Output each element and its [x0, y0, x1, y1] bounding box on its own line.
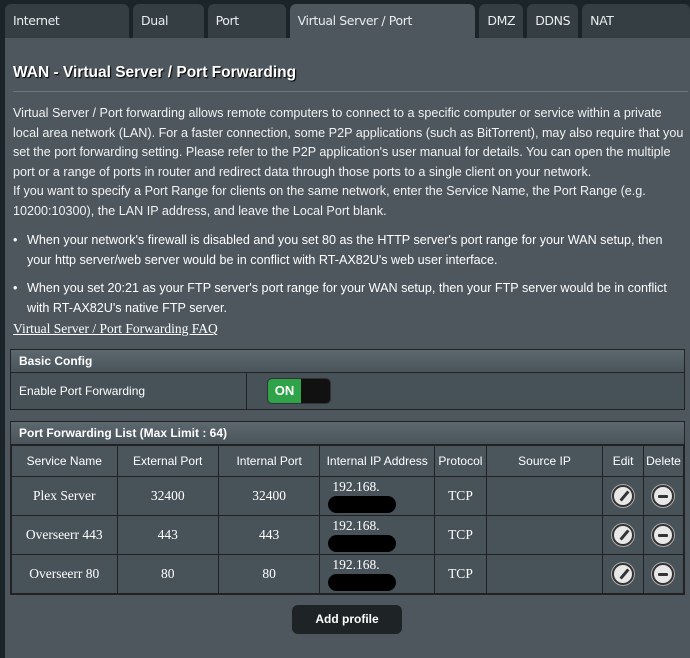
protocol: TCP [433, 476, 487, 516]
tab-internet-connection[interactable]: Internet Connection [5, 4, 129, 62]
enable-port-forwarding-label: Enable Port Forwarding [11, 373, 247, 409]
tab-nat-passthrough[interactable]: NAT Passthrough [582, 4, 690, 62]
service-name: Overseerr 443 [11, 515, 118, 555]
table-row: Overseerr 80 80 80 192.168. TCP [11, 554, 685, 594]
column-header: Service Name [11, 445, 118, 477]
tab-bar: Internet Connection Dual WAN Port Trigge… [5, 4, 690, 62]
basic-config-section: Basic Config Enable Port Forwarding ON [10, 349, 685, 410]
table-header-row: Service Name External Port Internal Port… [11, 445, 685, 477]
description-paragraph: Virtual Server / Port forwarding allows … [13, 106, 684, 179]
description: Virtual Server / Port forwarding allows … [13, 104, 688, 221]
divider [13, 91, 688, 92]
service-name: Plex Server [11, 476, 118, 516]
delete-icon[interactable] [652, 485, 675, 507]
faq-link[interactable]: Virtual Server / Port Forwarding FAQ [13, 321, 218, 337]
protocol: TCP [433, 554, 487, 594]
enable-port-forwarding-toggle[interactable]: ON [267, 378, 331, 404]
notes-list: When your network's firewall is disabled… [13, 231, 685, 327]
source-ip [485, 476, 604, 516]
description-paragraph: If you want to specify a Port Range for … [13, 184, 646, 218]
redaction-mark [328, 495, 397, 513]
port-forwarding-list-section: Port Forwarding List (Max Limit : 64) Se… [10, 421, 685, 595]
column-header: Internal Port [217, 445, 321, 477]
column-header: Source IP [485, 445, 604, 477]
page-title: WAN - Virtual Server / Port Forwarding [13, 64, 297, 81]
internal-port: 32400 [217, 476, 321, 516]
column-header: Internal IP Address [319, 445, 435, 477]
add-profile-button[interactable]: Add profile [292, 605, 402, 634]
column-header: Protocol [433, 445, 487, 477]
delete-cell [642, 476, 685, 516]
table-row: Plex Server 32400 32400 192.168. TCP [11, 476, 685, 516]
internal-port: 80 [217, 554, 321, 594]
internal-ip: 192.168. [332, 479, 380, 495]
internal-ip-cell: 192.168. [319, 554, 435, 594]
external-port: 80 [116, 554, 219, 594]
internal-ip: 192.168. [332, 518, 380, 534]
tab-dmz[interactable]: DMZ [479, 4, 524, 38]
internal-port: 443 [217, 515, 321, 555]
section-header: Port Forwarding List (Max Limit : 64) [11, 422, 684, 445]
toggle-state: ON [268, 379, 301, 403]
redaction-mark [328, 534, 397, 552]
note-item: When your network's firewall is disabled… [13, 231, 685, 270]
edit-icon[interactable] [612, 524, 635, 546]
edit-icon[interactable] [612, 563, 635, 585]
tab-port-trigger[interactable]: Port Trigger [207, 4, 286, 62]
external-port: 443 [116, 515, 219, 555]
section-header: Basic Config [11, 350, 684, 373]
tab-dual-wan[interactable]: Dual WAN [132, 4, 204, 62]
edit-cell [602, 515, 644, 555]
delete-cell [642, 515, 685, 555]
port-forwarding-table: Service Name External Port Internal Port… [11, 445, 685, 594]
source-ip [485, 515, 604, 555]
tab-virtual-server[interactable]: Virtual Server / Port Forwarding [289, 4, 476, 62]
edit-cell [602, 554, 644, 594]
table-row: Overseerr 443 443 443 192.168. TCP [11, 515, 685, 555]
internal-ip: 192.168. [332, 557, 380, 573]
internal-ip-cell: 192.168. [319, 476, 435, 516]
internal-ip-cell: 192.168. [319, 515, 435, 555]
content-panel: WAN - Virtual Server / Port Forwarding V… [5, 38, 690, 658]
delete-icon[interactable] [652, 563, 675, 585]
service-name: Overseerr 80 [11, 554, 118, 594]
column-header: Edit [602, 445, 644, 477]
column-header: External Port [116, 445, 219, 477]
redaction-mark [328, 573, 397, 591]
delete-icon[interactable] [652, 524, 675, 546]
note-item: When you set 20:21 as your FTP server's … [13, 279, 685, 318]
edit-icon[interactable] [612, 485, 635, 507]
edit-cell [602, 476, 644, 516]
delete-cell [642, 554, 685, 594]
external-port: 32400 [116, 476, 219, 516]
tab-ddns[interactable]: DDNS [527, 4, 579, 38]
source-ip [485, 554, 604, 594]
protocol: TCP [433, 515, 487, 555]
column-header: Delete [642, 445, 685, 477]
